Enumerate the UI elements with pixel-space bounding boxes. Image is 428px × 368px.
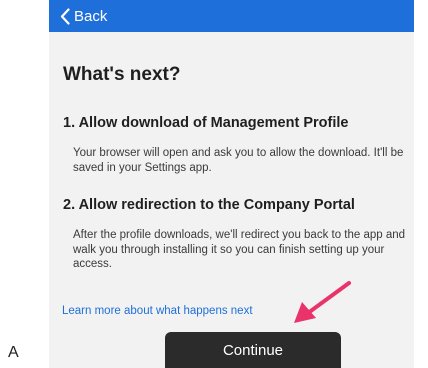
step-1-description: Your browser will open and ask you to al… xyxy=(73,147,404,174)
caption-letter: A xyxy=(8,344,19,361)
chevron-left-icon xyxy=(60,7,70,25)
step-2-title: 2. Allow redirection to the Company Port… xyxy=(63,197,355,213)
page-title: What's next? xyxy=(63,64,181,85)
phone-screen: Back What's next? 1. Allow download of M… xyxy=(49,0,414,368)
nav-bar: Back xyxy=(49,0,414,32)
learn-more-link[interactable]: Learn more about what happens next xyxy=(62,305,253,317)
continue-button[interactable]: Continue xyxy=(165,332,341,368)
step-1-title: 1. Allow download of Management Profile xyxy=(63,115,349,131)
back-label: Back xyxy=(74,7,108,25)
back-button[interactable]: Back xyxy=(49,8,107,25)
step-2-description: After the profile downloads, we'll redir… xyxy=(73,229,406,270)
